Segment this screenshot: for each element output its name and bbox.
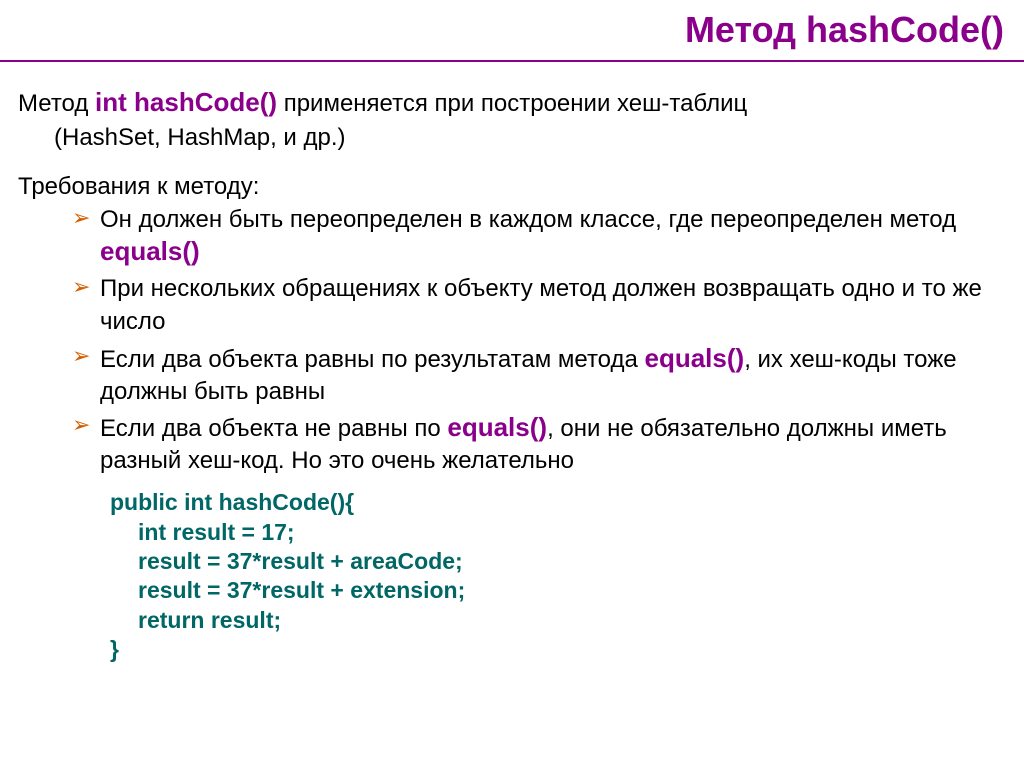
list-item: При нескольких обращениях к объекту мето…: [72, 273, 1014, 338]
title-bar: Метод hashCode(): [0, 0, 1024, 62]
intro-line: Метод int hashCode() применяется при пос…: [18, 86, 1014, 120]
list-item: Если два объекта не равны по equals(), о…: [72, 411, 1014, 476]
code-line: result = 37*result + extension;: [110, 576, 1014, 605]
list-item: Если два объекта равны по результатам ме…: [72, 342, 1014, 407]
code-line: public int hashCode(){: [110, 489, 354, 515]
item-before: Он должен быть переопределен в каждом кл…: [100, 206, 956, 233]
item-before: Если два объекта равны по результатам ме…: [100, 346, 645, 373]
intro-prefix: Метод: [18, 90, 95, 117]
item-highlight: equals(): [645, 343, 745, 373]
item-highlight: equals(): [447, 412, 547, 442]
code-line: }: [110, 636, 119, 662]
code-line: result = 37*result + areaCode;: [110, 547, 1014, 576]
code-block: public int hashCode(){ int result = 17; …: [18, 488, 1014, 665]
content-area: Метод int hashCode() применяется при пос…: [0, 62, 1024, 665]
requirements-list: Он должен быть переопределен в каждом кл…: [18, 204, 1014, 476]
intro-highlight: int hashCode(): [95, 87, 277, 117]
intro-subline: (HashSet, HashMap, и др.): [18, 122, 1014, 153]
item-before: При нескольких обращениях к объекту мето…: [100, 275, 982, 335]
requirements-heading: Требования к методу:: [18, 171, 1014, 202]
item-highlight: equals(): [100, 236, 200, 266]
item-before: Если два объекта не равны по: [100, 415, 447, 442]
code-line: int result = 17;: [110, 518, 1014, 547]
code-line: return result;: [110, 606, 1014, 635]
page-title: Метод hashCode(): [685, 9, 1004, 51]
list-item: Он должен быть переопределен в каждом кл…: [72, 204, 1014, 269]
intro-suffix: применяется при построении хеш-таблиц: [277, 90, 747, 117]
